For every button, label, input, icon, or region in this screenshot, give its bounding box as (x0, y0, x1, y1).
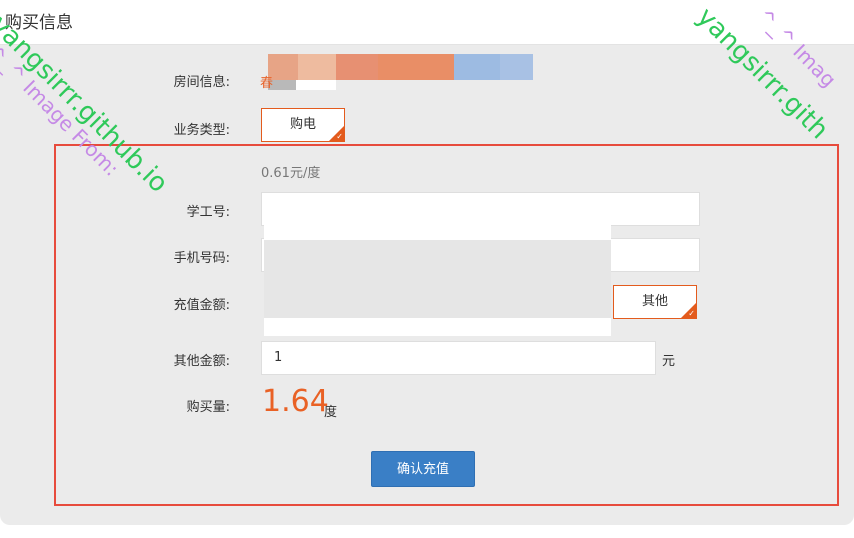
amount-option-other-label: 其他 (641, 294, 668, 309)
room-info-redacted (268, 54, 533, 80)
quantity-label: 购买量: (186, 400, 230, 415)
page-header: 购买信息 (0, 0, 854, 45)
phone-label: 手机号码: (173, 251, 230, 266)
redacted-area-gray (264, 240, 611, 318)
amount-option-other[interactable]: 其他 ✓ (613, 285, 697, 319)
amount-label: 充值金额: (173, 298, 230, 313)
check-icon: ✓ (336, 132, 343, 141)
room-info-redacted-lower (268, 80, 336, 90)
service-type-label: 业务类型: (173, 123, 230, 138)
room-info-label: 房间信息: (173, 75, 230, 90)
other-amount-input[interactable]: 1 (261, 341, 656, 375)
student-id-label: 学工号: (186, 205, 230, 220)
student-id-input[interactable] (261, 192, 700, 226)
quantity-unit: 度 (324, 405, 338, 420)
unit-price: 0.61元/度 (261, 166, 321, 181)
check-icon: ✓ (688, 309, 695, 318)
service-type-option-electricity[interactable]: 购电 ✓ (261, 108, 345, 142)
quantity-value: 1.64 (262, 384, 329, 419)
room-info-value: 春 (260, 76, 274, 91)
other-amount-label: 其他金额: (173, 354, 230, 369)
service-type-option-label: 购电 (289, 117, 316, 132)
other-amount-unit: 元 (662, 354, 676, 369)
confirm-recharge-button[interactable]: 确认充值 (371, 451, 475, 487)
page-title: 购买信息 (5, 13, 73, 33)
